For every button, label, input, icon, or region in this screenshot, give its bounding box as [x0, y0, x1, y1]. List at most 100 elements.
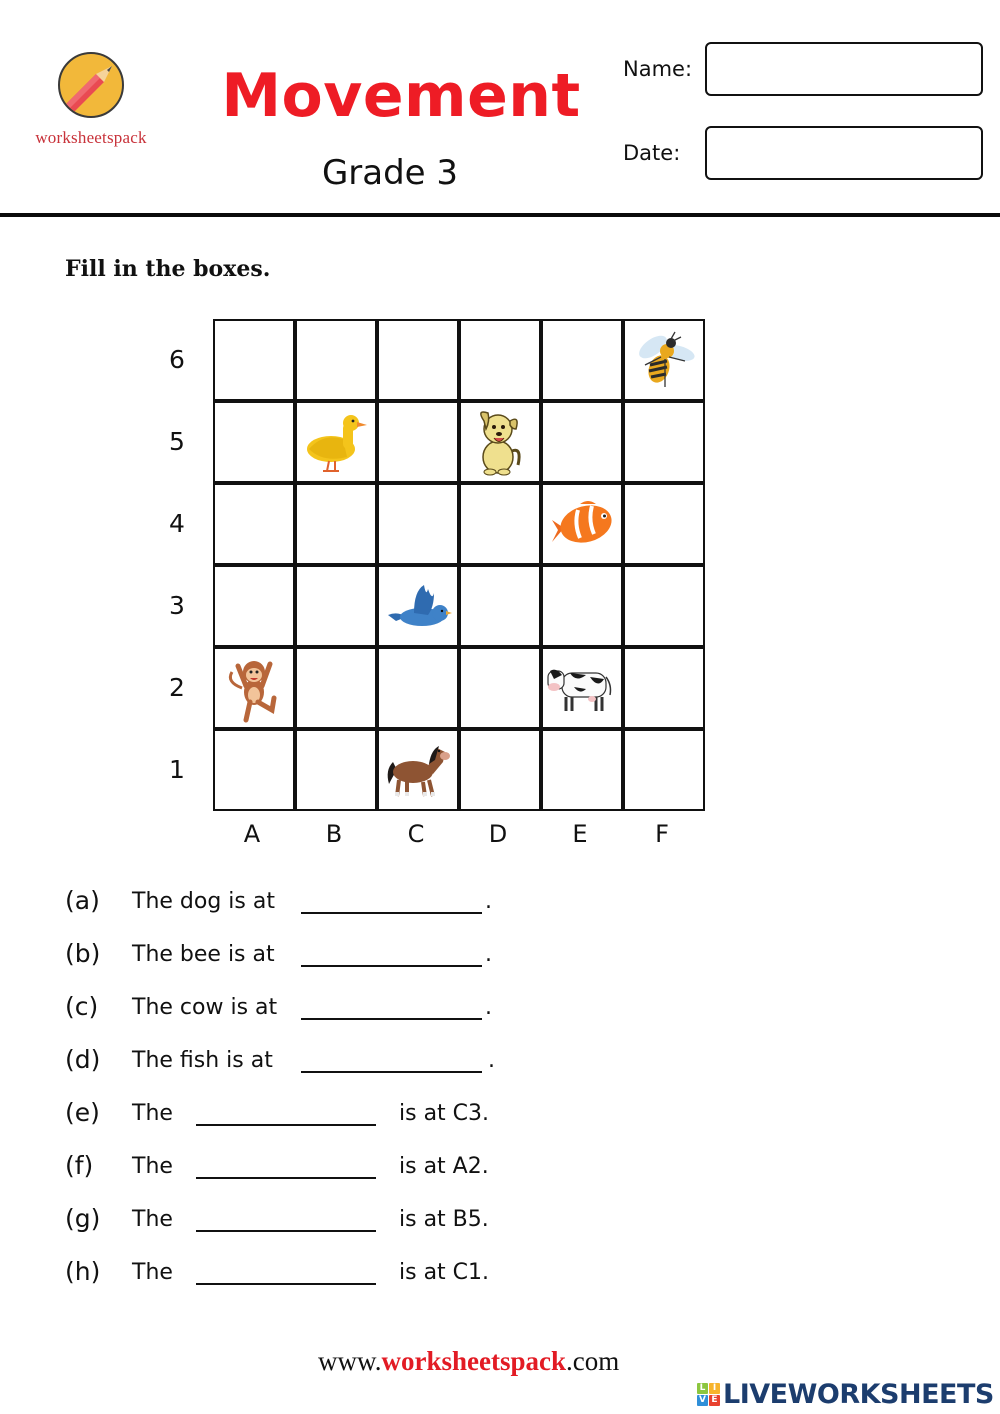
- question-suffix: is at C1.: [399, 1260, 490, 1285]
- grid-cell-A3: [213, 565, 295, 647]
- grid-cell-E3: [541, 565, 623, 647]
- badge-letter: E: [709, 1394, 720, 1406]
- bird-icon: [384, 581, 452, 631]
- worksheet-title: Movement: [221, 61, 581, 131]
- badge-letter: L: [697, 1382, 708, 1394]
- question-prefix: The: [132, 1101, 173, 1126]
- grid-cell-F4: [623, 483, 705, 565]
- url-prefix: www.: [318, 1346, 382, 1376]
- grid-cell-A1: [213, 729, 295, 811]
- question-prefix: The: [132, 1207, 173, 1232]
- grid-cell-F6: [623, 319, 705, 401]
- badge-letter: V: [697, 1394, 708, 1406]
- instruction-text: Fill in the boxes.: [65, 256, 271, 282]
- grid-cell-B4: [295, 483, 377, 565]
- liveworksheets-logo: LIVE LIVEWORKSHEETS: [697, 1378, 994, 1410]
- grade-label: Grade 3: [321, 153, 459, 193]
- grid-cell-D2: [459, 647, 541, 729]
- column-label-B: B: [325, 820, 343, 848]
- grid-cell-C3: [377, 565, 459, 647]
- question-suffix: .: [485, 889, 492, 914]
- column-label-A: A: [243, 820, 261, 848]
- answer-blank[interactable]: [301, 965, 482, 967]
- grid-cell-E5: [541, 401, 623, 483]
- answer-blank[interactable]: [196, 1124, 376, 1126]
- question-suffix: is at B5.: [399, 1207, 489, 1232]
- live-badge-icon: LIVE: [697, 1382, 720, 1406]
- website-url: www.worksheetspack.com: [318, 1346, 619, 1377]
- name-label: Name:: [623, 57, 693, 81]
- grid-cell-C1: [377, 729, 459, 811]
- url-suffix: .com: [566, 1346, 620, 1376]
- grid-cell-A4: [213, 483, 295, 565]
- question-suffix: is at C3.: [399, 1101, 490, 1126]
- question-prefix: The fish is at: [132, 1048, 273, 1073]
- grid-cell-E1: [541, 729, 623, 811]
- grid-cell-B2: [295, 647, 377, 729]
- question-letter: (b): [65, 939, 101, 968]
- cow-icon: [546, 661, 618, 715]
- dog-icon: [474, 407, 526, 477]
- name-field[interactable]: [705, 42, 983, 96]
- question-letter: (d): [65, 1045, 101, 1074]
- grid-cell-C2: [377, 647, 459, 729]
- question-prefix: The: [132, 1154, 173, 1179]
- question-letter: (f): [65, 1151, 94, 1180]
- question-prefix: The cow is at: [132, 995, 278, 1020]
- row-label-5: 5: [169, 427, 185, 456]
- date-label: Date:: [623, 141, 681, 165]
- grid-cell-E2: [541, 647, 623, 729]
- column-label-F: F: [655, 820, 669, 848]
- grid-cell-E4: [541, 483, 623, 565]
- row-label-2: 2: [169, 673, 185, 702]
- grid-cell-E6: [541, 319, 623, 401]
- grid-cell-B1: [295, 729, 377, 811]
- grid-cell-B3: [295, 565, 377, 647]
- grid-cell-A2: [213, 647, 295, 729]
- liveworksheets-wordmark: LIVEWORKSHEETS: [723, 1378, 994, 1410]
- grid-cell-C4: [377, 483, 459, 565]
- grid-cell-D4: [459, 483, 541, 565]
- answer-blank[interactable]: [196, 1283, 376, 1285]
- question-suffix: is at A2.: [399, 1154, 489, 1179]
- grid-cell-D6: [459, 319, 541, 401]
- fish-icon: [548, 498, 616, 550]
- row-label-3: 3: [169, 591, 185, 620]
- grid-cell-B6: [295, 319, 377, 401]
- column-label-D: D: [488, 820, 508, 848]
- horse-icon: [383, 740, 453, 800]
- question-prefix: The dog is at: [132, 889, 275, 914]
- grid-cell-F5: [623, 401, 705, 483]
- row-label-6: 6: [169, 345, 185, 374]
- question-letter: (c): [65, 992, 99, 1021]
- grid-cell-A6: [213, 319, 295, 401]
- date-field[interactable]: [705, 126, 983, 180]
- answer-blank[interactable]: [196, 1177, 376, 1179]
- question-letter: (e): [65, 1098, 100, 1127]
- question-prefix: The: [132, 1260, 173, 1285]
- logo-text: worksheetspack: [35, 128, 147, 147]
- grid-cell-D5: [459, 401, 541, 483]
- column-label-C: C: [407, 820, 425, 848]
- answer-blank[interactable]: [301, 912, 482, 914]
- grid-cell-A5: [213, 401, 295, 483]
- row-label-1: 1: [169, 755, 185, 784]
- grid-cell-C6: [377, 319, 459, 401]
- grid-cell-C5: [377, 401, 459, 483]
- grid-cell-B5: [295, 401, 377, 483]
- answer-blank[interactable]: [196, 1230, 376, 1232]
- column-label-E: E: [572, 820, 588, 848]
- question-letter: (a): [65, 886, 100, 915]
- grid-cell-D3: [459, 565, 541, 647]
- answer-blank[interactable]: [301, 1018, 482, 1020]
- monkey-icon: [224, 652, 284, 724]
- question-suffix: .: [485, 995, 492, 1020]
- question-suffix: .: [485, 942, 492, 967]
- question-letter: (g): [65, 1204, 101, 1233]
- answer-blank[interactable]: [301, 1071, 482, 1073]
- pencil-icon: [58, 52, 124, 118]
- url-brand: worksheetspack: [381, 1346, 567, 1376]
- duck-icon: [303, 409, 369, 475]
- question-prefix: The bee is at: [132, 942, 275, 967]
- grid-cell-F2: [623, 647, 705, 729]
